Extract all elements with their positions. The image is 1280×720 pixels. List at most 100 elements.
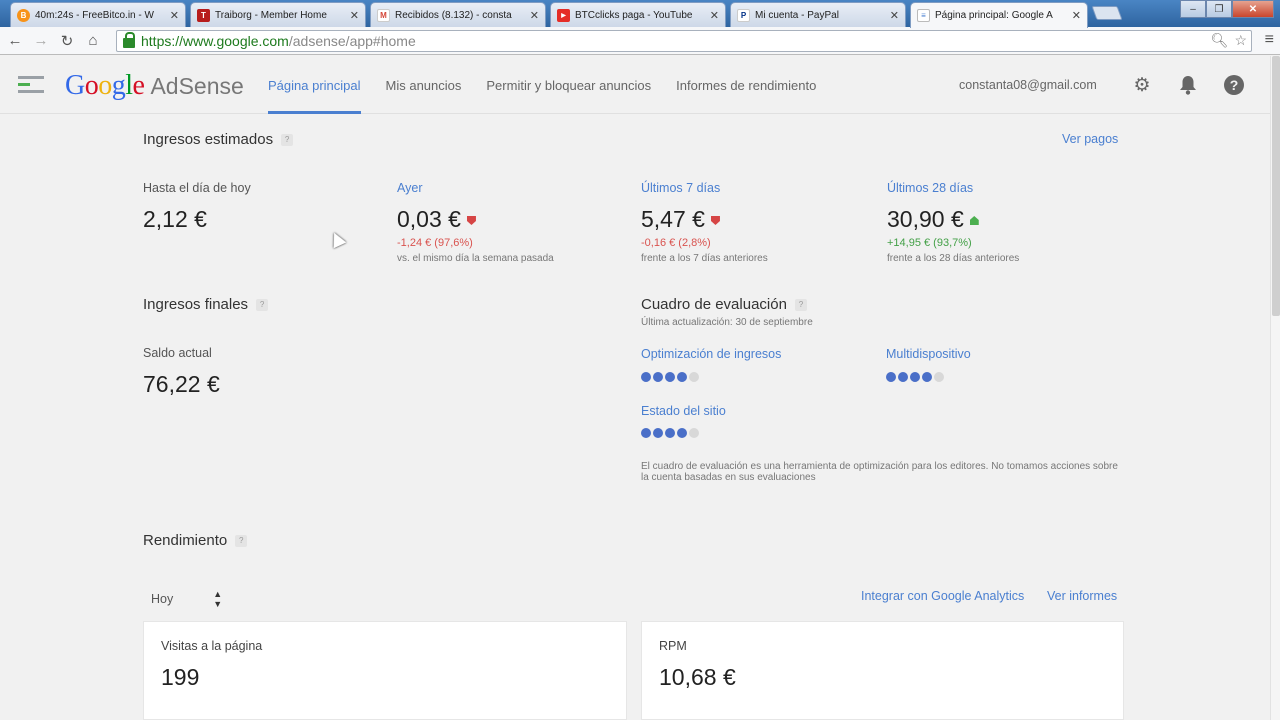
- close-tab-icon[interactable]: ✕: [350, 9, 359, 22]
- integrate-analytics-link[interactable]: Integrar con Google Analytics: [861, 589, 1024, 603]
- browser-tab-adsense[interactable]: ≡ Página principal: Google A ✕: [910, 2, 1088, 28]
- trend-down-icon: [710, 216, 720, 225]
- browser-toolbar: ← → ↻ ⌂ https://www.google.com /adsense/…: [0, 27, 1280, 55]
- score-dot: [922, 372, 932, 382]
- help-icon[interactable]: ?: [1223, 74, 1245, 96]
- date-range-value: Hoy: [151, 592, 174, 606]
- help-small-icon[interactable]: ?: [281, 133, 294, 146]
- nav-my-ads[interactable]: Mis anuncios: [386, 56, 462, 114]
- adsense-icon: ≡: [917, 9, 930, 22]
- help-small-icon[interactable]: ?: [794, 298, 807, 311]
- balance-label: Saldo actual: [143, 346, 212, 360]
- score-dot: [677, 428, 687, 438]
- help-small-icon[interactable]: ?: [235, 534, 248, 547]
- reload-icon[interactable]: ↻: [56, 30, 78, 52]
- browser-tab-traiborg[interactable]: T Traiborg - Member Home ✕: [190, 2, 366, 27]
- nav-performance-reports[interactable]: Informes de rendimiento: [676, 56, 816, 114]
- score-dot: [653, 428, 663, 438]
- scrollbar-thumb[interactable]: [1272, 56, 1280, 316]
- week-note: frente a los 7 días anteriores: [641, 253, 768, 264]
- multidevice-link[interactable]: Multidispositivo: [886, 347, 971, 361]
- yesterday-link[interactable]: Ayer: [397, 181, 422, 195]
- multidevice-score: [886, 372, 944, 382]
- trend-up-icon: [969, 216, 979, 225]
- view-payments-link[interactable]: Ver pagos: [1062, 132, 1118, 146]
- site-status-link[interactable]: Estado del sitio: [641, 404, 726, 418]
- score-dot: [898, 372, 908, 382]
- rpm-value: 10,68 €: [659, 664, 736, 690]
- gear-icon[interactable]: ⚙: [1131, 74, 1153, 96]
- browser-tab-gmail[interactable]: M Recibidos (8.132) - consta ✕: [370, 2, 546, 27]
- browser-menu-icon[interactable]: ≡: [1265, 31, 1274, 49]
- adsense-logo[interactable]: Google AdSense: [65, 70, 244, 102]
- week-value: 5,47 €: [641, 206, 705, 232]
- rpm-label: RPM: [659, 639, 687, 653]
- score-dot-empty: [689, 372, 699, 382]
- help-small-icon[interactable]: ?: [256, 298, 269, 311]
- close-tab-icon[interactable]: ✕: [890, 9, 899, 22]
- browser-tab-youtube[interactable]: ▶ BTCclicks paga - YouTube ✕: [550, 2, 726, 27]
- new-tab-button[interactable]: [1091, 6, 1123, 20]
- nav-allow-block-ads[interactable]: Permitir y bloquear anuncios: [486, 56, 651, 114]
- yesterday-value: 0,03 €: [397, 206, 461, 232]
- gmail-icon: M: [377, 8, 390, 22]
- score-dot-empty: [689, 428, 699, 438]
- revenue-optimization-link[interactable]: Optimización de ingresos: [641, 347, 781, 361]
- score-dot: [641, 428, 651, 438]
- address-bar[interactable]: https://www.google.com /adsense/app#home…: [116, 30, 1252, 52]
- browser-tabstrip: B 40m:24s - FreeBitco.in - W ✕ T Traibor…: [0, 0, 1280, 28]
- page-scrollbar[interactable]: [1270, 56, 1280, 720]
- yesterday-value-row: 0,03 €: [397, 206, 476, 233]
- score-dot: [665, 372, 675, 382]
- close-tab-icon[interactable]: ✕: [530, 9, 539, 22]
- browser-tab-freebitco[interactable]: B 40m:24s - FreeBitco.in - W ✕: [10, 2, 186, 27]
- scorecard-title: Cuadro de evaluación?: [641, 296, 807, 313]
- account-email[interactable]: constanta08@gmail.com: [959, 78, 1097, 92]
- view-reports-link[interactable]: Ver informes: [1047, 589, 1117, 603]
- minimize-icon[interactable]: –: [1180, 0, 1206, 18]
- score-dot: [653, 372, 663, 382]
- app-menu-icon[interactable]: [18, 76, 44, 94]
- tab-title: 40m:24s - FreeBitco.in - W: [35, 9, 154, 21]
- score-dot: [910, 372, 920, 382]
- close-window-icon[interactable]: ✕: [1232, 0, 1274, 18]
- url-path: /adsense/app#home: [288, 33, 416, 49]
- section-title-text: Ingresos finales: [143, 296, 249, 313]
- close-tab-icon[interactable]: ✕: [710, 9, 719, 22]
- today-value: 2,12 €: [143, 206, 207, 232]
- score-dot-empty: [934, 372, 944, 382]
- paypal-icon: P: [737, 8, 750, 22]
- section-title-text: Ingresos estimados: [143, 131, 274, 148]
- home-icon[interactable]: ⌂: [82, 30, 104, 52]
- adsense-header: Google AdSense Página principal Mis anunc…: [0, 56, 1270, 114]
- restore-icon[interactable]: ❐: [1206, 0, 1232, 18]
- window-controls: – ❐ ✕: [1180, 0, 1274, 18]
- main-nav: Página principal Mis anuncios Permitir y…: [268, 56, 841, 114]
- nav-home[interactable]: Página principal: [268, 56, 361, 114]
- url-host: https://www.google.com: [141, 33, 289, 49]
- back-icon[interactable]: ←: [4, 30, 26, 52]
- zoom-icon[interactable]: 🔍︎: [1211, 32, 1229, 49]
- date-range-select[interactable]: Hoy ▲ ▼: [151, 589, 222, 609]
- revenue-optimization-score: [641, 372, 699, 382]
- forward-icon[interactable]: →: [30, 30, 52, 52]
- close-tab-icon[interactable]: ✕: [1072, 9, 1081, 22]
- pageviews-label: Visitas a la página: [161, 639, 263, 653]
- tab-title: Recibidos (8.132) - consta: [395, 9, 512, 21]
- scorecard-disclaimer: El cuadro de evaluación es una herramien…: [641, 461, 1118, 483]
- bell-icon[interactable]: [1177, 74, 1199, 96]
- last-7-days-link[interactable]: Últimos 7 días: [641, 181, 720, 195]
- last-28-days-link[interactable]: Últimos 28 días: [887, 181, 973, 195]
- browser-tab-paypal[interactable]: P Mi cuenta - PayPal ✕: [730, 2, 906, 27]
- bookmark-star-icon[interactable]: ☆: [1234, 32, 1247, 49]
- final-earnings-title: Ingresos finales?: [143, 296, 269, 313]
- logo-product-name: AdSense: [150, 73, 244, 99]
- scorecard-updated: Última actualización: 30 de septiembre: [641, 317, 813, 328]
- rpm-card: RPM 10,68 €: [641, 621, 1124, 720]
- month-delta: +14,95 € (93,7%): [887, 237, 972, 249]
- yesterday-note: vs. el mismo día la semana pasada: [397, 253, 554, 264]
- week-delta: -0,16 € (2,8%): [641, 237, 711, 249]
- close-tab-icon[interactable]: ✕: [170, 9, 179, 22]
- youtube-icon: ▶: [557, 8, 570, 22]
- performance-title: Rendimiento?: [143, 532, 248, 549]
